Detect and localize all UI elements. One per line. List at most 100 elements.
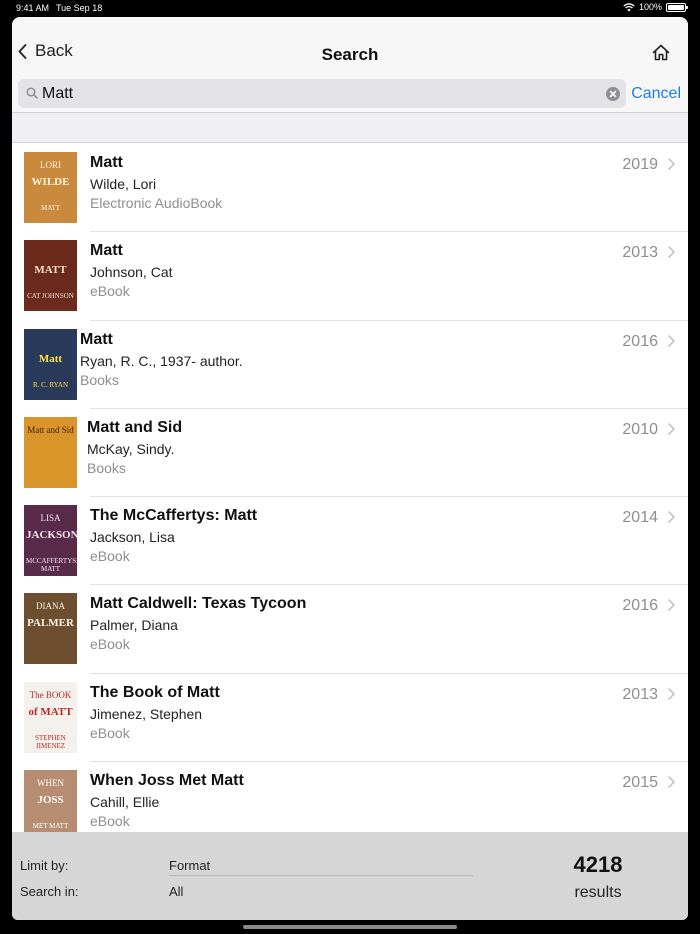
clear-icon (609, 90, 617, 98)
result-info: Matt and Sid McKay, Sindy. Books (87, 419, 182, 476)
book-cover: DIANA PALMER (24, 593, 77, 665)
cover-line-1: Matt and Sid (27, 424, 74, 435)
cover-line-3: R. C. RYAN (32, 380, 68, 389)
result-info: When Joss Met Matt Cahill, Ellie eBook (90, 772, 244, 829)
cover-line-1: The BOOK (29, 689, 72, 700)
search-in-label: Search in: (20, 884, 79, 899)
result-year: 2016 (622, 332, 658, 350)
result-year: 2013 (622, 244, 658, 262)
cover-line-1: LORI (40, 160, 61, 170)
search-icon (26, 87, 38, 99)
limit-by-value[interactable]: Format (169, 858, 210, 873)
chevron-right-icon (668, 334, 675, 347)
search-input[interactable] (42, 82, 602, 105)
battery-percent: 100% (638, 2, 662, 12)
cover-line-3: STEPHEN JIMENEZ (35, 733, 66, 750)
result-author: Wilde, Lori (90, 176, 157, 192)
book-cover: LISA JACKSON MCCAFFERTYS: MATT (24, 505, 77, 577)
battery-icon (666, 2, 688, 12)
app-window: Back Search Cancel LORI WILDE MATT Matt (12, 17, 688, 920)
result-row[interactable]: Matt and Sid Matt and Sid McKay, Sindy. Boo… (12, 409, 688, 498)
result-count: 4218 (573, 852, 623, 877)
result-format: eBook (90, 548, 130, 565)
result-info: The McCaffertys: Matt Jackson, Lisa eBook (90, 507, 257, 564)
result-format: Books (87, 459, 126, 476)
result-title: When Joss Met Matt (90, 772, 244, 790)
result-year: 2014 (622, 509, 658, 527)
home-indicator (243, 925, 457, 929)
result-row[interactable]: LISA JACKSON MCCAFFERTYS: MATT The McCaffer… (12, 497, 688, 586)
cover-line-3: MATT (40, 204, 61, 212)
result-info: Matt Wilde, Lori Electronic AudioBook (90, 154, 222, 211)
result-row[interactable]: LORI WILDE MATT Matt Wilde, Lori Electronic A… (12, 144, 688, 233)
cover-line-3: CAT JOHNSON (27, 292, 74, 301)
book-cover: The BOOK of MATT STEPHEN JIMENEZ (24, 681, 77, 753)
search-in-value[interactable]: All (169, 884, 183, 899)
result-format: eBook (90, 636, 130, 653)
result-info: Matt Ryan, R. C., 1937- author. Books (80, 331, 243, 388)
result-author: Ryan, R. C., 1937- author. (80, 352, 243, 369)
home-icon (652, 44, 670, 61)
result-title: The Book of Matt (90, 683, 220, 701)
result-year: 2019 (622, 156, 658, 173)
cover-line-1: WHEN (37, 778, 64, 789)
cover-line-2: PALMER (27, 617, 74, 630)
result-format: eBook (90, 724, 130, 741)
section-spacer (12, 113, 688, 143)
result-row[interactable]: DIANA PALMER Matt Caldwell: Texas Tycoon Pa… (12, 585, 688, 674)
book-cover: Matt and Sid (24, 416, 77, 488)
result-title: Matt and Sid (87, 418, 183, 436)
cancel-button[interactable]: Cancel (631, 85, 681, 103)
result-info: Matt Caldwell: Texas Tycoon Palmer, Diana… (90, 595, 306, 652)
home-button[interactable] (652, 44, 670, 66)
search-field (18, 79, 626, 108)
cover-line-1: LISA (40, 513, 61, 524)
cover-line-2: WILDE (31, 176, 70, 188)
clear-search-button[interactable] (606, 87, 620, 101)
results-label: results (574, 884, 622, 901)
cover-line-2: of MATT (28, 705, 73, 718)
result-author: Cahill, Ellie (90, 794, 160, 811)
chevron-right-icon (668, 599, 675, 612)
book-cover: Matt R. C. RYAN (24, 328, 77, 400)
cover-line-2: Matt (38, 352, 63, 365)
footer-divider (169, 875, 473, 876)
chevron-right-icon (668, 246, 675, 259)
cover-line-2: JOSS (37, 794, 64, 807)
status-bar: 9:41 AM Tue Sep 18 100% (0, 0, 700, 16)
book-cover: LORI WILDE MATT (24, 152, 77, 223)
wifi-icon (623, 2, 635, 11)
result-format: eBook (90, 813, 130, 830)
results-list[interactable]: LORI WILDE MATT Matt Wilde, Lori Electronic A… (12, 144, 688, 832)
result-row[interactable]: WHEN JOSS MET MATT When Joss Met Matt Cahill… (12, 762, 688, 832)
result-author: Jimenez, Stephen (90, 705, 203, 722)
result-format: Electronic AudioBook (90, 195, 223, 211)
cover-line-3: MCCAFFERTYS: MATT (26, 557, 77, 574)
footer-toolbar: Limit by: Format Search in: All 4218 res… (12, 832, 688, 920)
result-year: 2013 (622, 685, 658, 703)
result-year: 2016 (622, 597, 658, 615)
book-cover: WHEN JOSS MET MATT (24, 770, 77, 832)
chevron-right-icon (668, 511, 675, 523)
chevron-right-icon (668, 423, 675, 435)
result-year: 2010 (622, 420, 658, 438)
chevron-right-icon (668, 687, 675, 700)
book-cover: MATT CAT JOHNSON (24, 240, 77, 312)
result-title: Matt (80, 330, 113, 348)
result-row[interactable]: The BOOK of MATT STEPHEN JIMENEZ The Book o… (12, 674, 688, 763)
result-row[interactable]: MATT CAT JOHNSON Matt Johnson, Cat eBook 2013 (12, 232, 688, 321)
status-date: Tue Sep 18 (56, 3, 103, 13)
result-title: The McCaffertys: Matt (90, 507, 258, 525)
search-bar: Cancel (12, 74, 688, 113)
result-format: Books (80, 371, 119, 388)
result-author: Palmer, Diana (90, 617, 178, 634)
page-title: Search (321, 45, 379, 64)
status-right: 100% (623, 2, 688, 12)
result-author: McKay, Sindy. (87, 440, 175, 457)
result-year: 2015 (622, 774, 658, 792)
result-author: Jackson, Lisa (90, 529, 175, 546)
result-title: Matt Caldwell: Texas Tycoon (90, 595, 307, 613)
result-row[interactable]: Matt R. C. RYAN Matt Ryan, R. C., 1937- aut… (12, 321, 688, 409)
result-title: Matt (90, 154, 123, 171)
cover-line-1: DIANA (36, 601, 65, 612)
